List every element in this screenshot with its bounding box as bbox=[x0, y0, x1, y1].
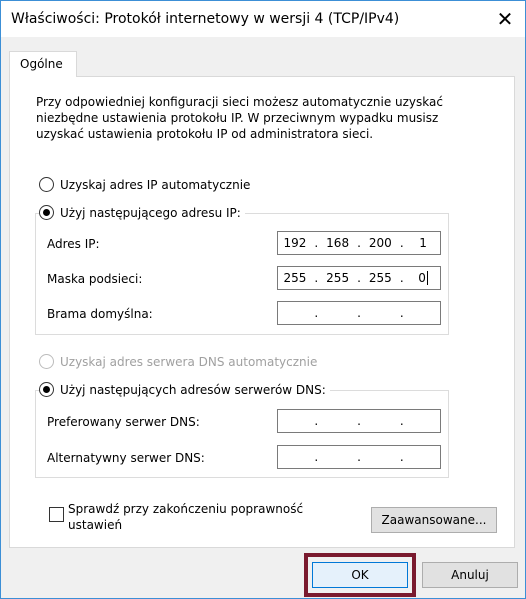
gateway-input[interactable]: . . . bbox=[277, 301, 441, 325]
radio-circle-checked bbox=[39, 382, 54, 397]
subnet-mask-octet-4: 0 bbox=[418, 270, 426, 285]
ip-dot: . bbox=[314, 306, 319, 320]
tab-general-label: Ogólne bbox=[20, 57, 63, 71]
ip-dot: . bbox=[314, 271, 319, 285]
subnet-mask-input[interactable]: 255. 255. 255. 0 bbox=[277, 266, 441, 290]
preferred-dns-label: Preferowany serwer DNS: bbox=[47, 415, 200, 429]
alternate-dns-input[interactable]: . . . bbox=[277, 445, 441, 469]
ip-dot: . bbox=[399, 414, 404, 428]
preferred-dns-input[interactable]: . . . bbox=[277, 409, 441, 433]
subnet-mask-label: Maska podsieci: bbox=[47, 272, 143, 286]
ip-address-label: Adres IP: bbox=[47, 237, 100, 251]
ip-address-octet-3: 200 bbox=[368, 236, 392, 250]
subnet-mask-octet-3: 255 bbox=[368, 271, 392, 285]
tab-general[interactable]: Ogólne bbox=[9, 51, 77, 77]
ip-dot: . bbox=[314, 414, 319, 428]
dns-manual-label: Użyj następujących adresów serwerów DNS: bbox=[60, 382, 326, 397]
ip-dot: . bbox=[399, 450, 404, 464]
ip-address-octet-2: 168 bbox=[326, 236, 350, 250]
close-icon[interactable]: ✕ bbox=[491, 5, 519, 33]
radio-circle-disabled bbox=[39, 354, 54, 369]
ip-manual-label: Użyj następującego adresu IP: bbox=[60, 205, 241, 220]
ip-dot: . bbox=[399, 306, 404, 320]
alternate-dns-label: Alternatywny serwer DNS: bbox=[47, 451, 205, 465]
text-caret bbox=[426, 271, 428, 286]
ip-dot: . bbox=[399, 236, 404, 250]
ip-address-octet-4: 1 bbox=[419, 236, 427, 250]
ip-address-octet-1: 192 bbox=[283, 236, 307, 250]
ip-auto-label: Uzyskaj adres IP automatycznie bbox=[60, 177, 251, 192]
ip-auto-radio[interactable]: Uzyskaj adres IP automatycznie bbox=[39, 177, 255, 192]
ip-dot: . bbox=[357, 450, 361, 464]
radio-circle-checked bbox=[39, 205, 54, 220]
ip-manual-radio[interactable]: Użyj następującego adresu IP: bbox=[39, 205, 245, 220]
dns-auto-label: Uzyskaj adres serwera DNS automatycznie bbox=[60, 354, 318, 369]
ip-dot: . bbox=[399, 271, 404, 285]
ip-dot: . bbox=[357, 414, 361, 428]
window-title: Właściwości: Protokół internetowy w wers… bbox=[11, 11, 400, 27]
ok-button[interactable]: OK bbox=[312, 562, 408, 588]
ip-address-input[interactable]: 192. 168. 200. 1 bbox=[277, 231, 441, 255]
ip-dot: . bbox=[314, 450, 319, 464]
advanced-button[interactable]: Zaawansowane... bbox=[371, 507, 497, 533]
gateway-label: Brama domyślna: bbox=[47, 307, 153, 321]
validate-label: Sprawdź przy zakończeniu poprawność usta… bbox=[68, 502, 304, 532]
subnet-mask-octet-1: 255 bbox=[283, 271, 307, 285]
ip-dot: . bbox=[357, 306, 361, 320]
subnet-mask-octet-4-wrap: 0 bbox=[406, 271, 440, 286]
dns-auto-radio[interactable]: Uzyskaj adres serwera DNS automatycznie bbox=[39, 354, 322, 369]
radio-circle bbox=[39, 177, 54, 192]
ip-dot: . bbox=[357, 271, 361, 285]
validate-checkbox[interactable] bbox=[49, 507, 64, 522]
cancel-button[interactable]: Anuluj bbox=[422, 562, 518, 588]
description-text: Przy odpowiedniej konfiguracji sieci moż… bbox=[36, 95, 443, 141]
title-bar: Właściwości: Protokół internetowy w wers… bbox=[1, 1, 525, 37]
subnet-mask-octet-2: 255 bbox=[326, 271, 350, 285]
dns-manual-radio[interactable]: Użyj następujących adresów serwerów DNS: bbox=[39, 382, 330, 397]
ip-dot: . bbox=[357, 236, 361, 250]
properties-dialog: Właściwości: Protokół internetowy w wers… bbox=[0, 0, 526, 599]
ip-dot: . bbox=[314, 236, 319, 250]
